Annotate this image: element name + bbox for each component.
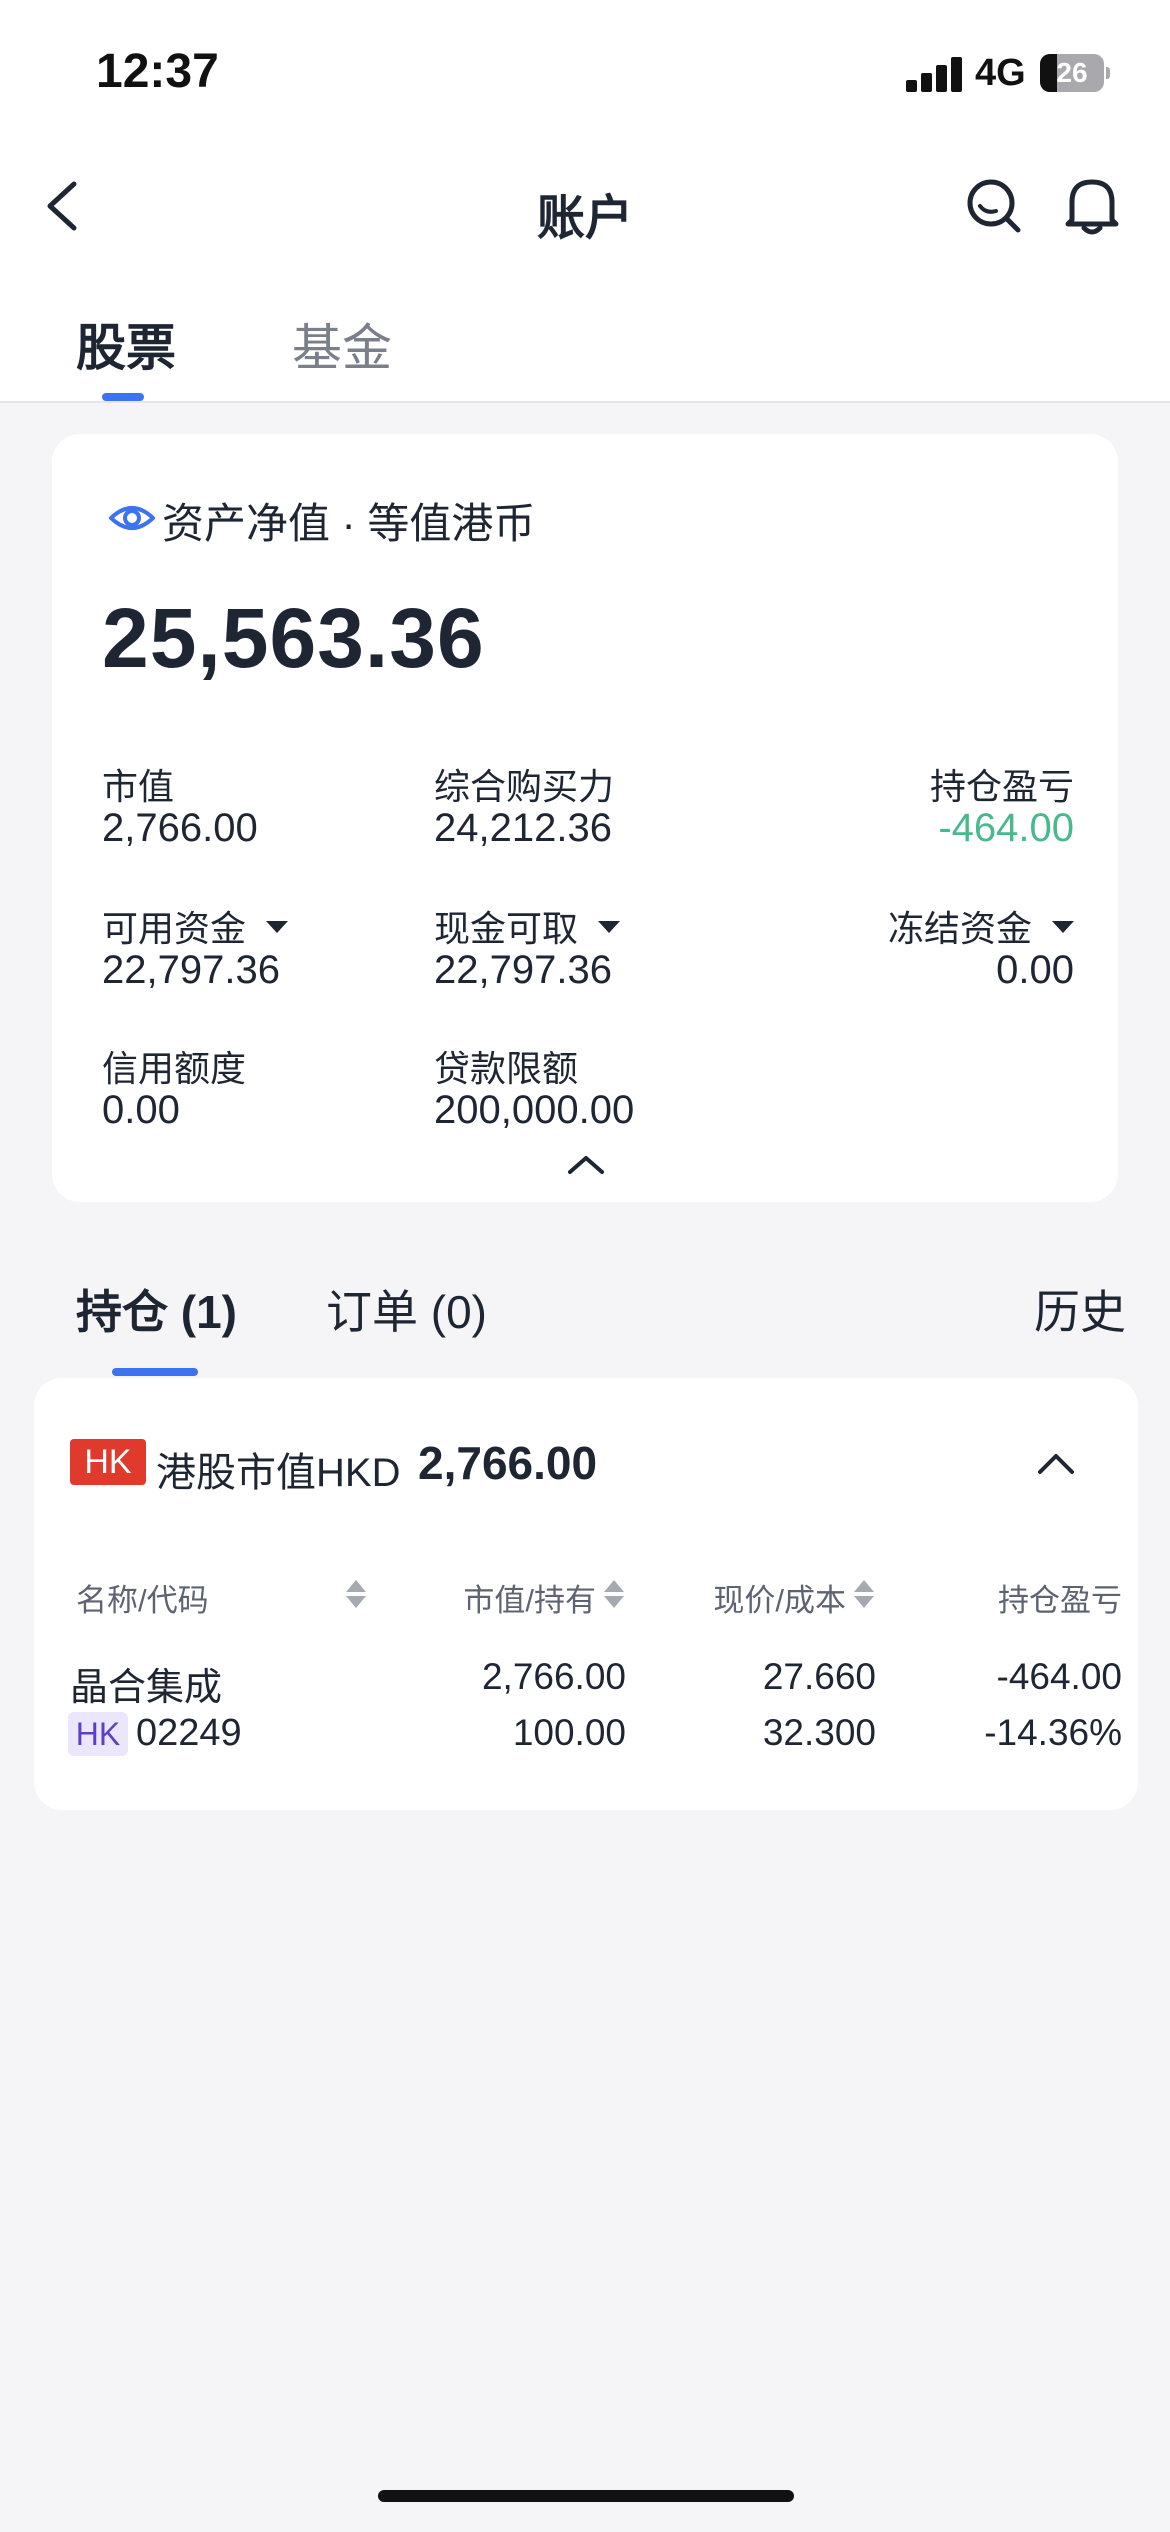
position-pnl-value: -464.00: [938, 806, 1074, 850]
market-value-label: 市值: [102, 766, 175, 807]
hk-tag: HK: [68, 1712, 128, 1756]
tab-positions[interactable]: 持仓 (1): [76, 1276, 237, 1342]
loan-limit-label: 贷款限额: [434, 1048, 579, 1089]
stock-code: 02249: [136, 1712, 242, 1754]
battery-level: 26: [1056, 57, 1088, 88]
tab-indicator: [102, 393, 144, 401]
row-pnl-percent: -14.36%: [984, 1712, 1122, 1753]
frozen-cash-value: 0.00: [996, 948, 1074, 992]
caret-down-icon: [598, 921, 621, 934]
search-icon[interactable]: [964, 176, 1024, 236]
withdrawable-cash-dropdown[interactable]: 现金可取: [434, 900, 621, 952]
row-price: 27.660: [762, 1656, 876, 1697]
tab-orders[interactable]: 订单 (0): [326, 1276, 487, 1342]
market-value: 2,766.00: [102, 806, 258, 850]
sort-icon[interactable]: [854, 1578, 874, 1610]
bell-icon[interactable]: [1062, 174, 1122, 238]
home-indicator[interactable]: [378, 2490, 794, 2502]
sort-icon[interactable]: [604, 1578, 624, 1610]
available-cash-label: 可用资金: [102, 908, 247, 949]
caret-down-icon: [266, 921, 289, 934]
hk-market-value-label: 港股市值HKD: [156, 1451, 401, 1495]
available-cash-value: 22,797.36: [102, 948, 280, 992]
frozen-cash-dropdown[interactable]: 冻结资金: [888, 900, 1074, 952]
tab-stocks[interactable]: 股票: [76, 308, 176, 380]
eye-icon[interactable]: [108, 494, 156, 542]
credit-limit-label: 信用额度: [102, 1048, 247, 1089]
hk-market-badge: HK: [70, 1439, 146, 1485]
column-header-name[interactable]: 名称/代码: [76, 1575, 209, 1620]
position-pnl-label: 持仓盈亏: [929, 766, 1074, 807]
signal-icon: [906, 56, 964, 92]
buying-power-value: 24,212.36: [434, 806, 612, 850]
status-time: 12:37: [96, 45, 219, 98]
hk-market-value: 2,766.00: [418, 1437, 598, 1489]
sort-icon[interactable]: [346, 1578, 366, 1610]
net-asset-value: 25,563.36: [102, 591, 485, 685]
collapse-chevron-up-icon[interactable]: [566, 1152, 606, 1176]
history-link[interactable]: 历史: [1034, 1276, 1126, 1342]
tab-funds[interactable]: 基金: [292, 308, 392, 380]
row-market-value: 2,766.00: [481, 1656, 626, 1697]
credit-limit-value: 0.00: [102, 1088, 180, 1132]
buying-power-label: 综合购买力: [434, 766, 615, 807]
caret-down-icon: [1052, 921, 1074, 934]
withdrawable-cash-label: 现金可取: [434, 908, 579, 949]
column-header-price[interactable]: 现价/成本: [713, 1575, 846, 1620]
available-cash-dropdown[interactable]: 可用资金: [102, 900, 289, 952]
sub-tab-indicator: [112, 1368, 198, 1376]
loan-limit-value: 200,000.00: [434, 1088, 635, 1132]
stock-name: 晶合集成: [70, 1667, 223, 1709]
chevron-up-icon[interactable]: [1036, 1450, 1076, 1476]
battery-icon: 26: [1040, 54, 1110, 92]
net-asset-label: 资产净值 · 等值港币: [162, 500, 536, 547]
withdrawable-cash-value: 22,797.36: [434, 948, 612, 992]
column-header-pnl: 持仓盈亏: [998, 1583, 1122, 1618]
frozen-cash-label: 冻结资金: [887, 908, 1032, 949]
row-pnl: -464.00: [996, 1656, 1123, 1697]
row-cost: 32.300: [762, 1712, 876, 1753]
row-quantity: 100.00: [512, 1712, 626, 1753]
column-header-market-value[interactable]: 市值/持有: [463, 1575, 596, 1620]
network-type: 4G: [975, 52, 1026, 94]
